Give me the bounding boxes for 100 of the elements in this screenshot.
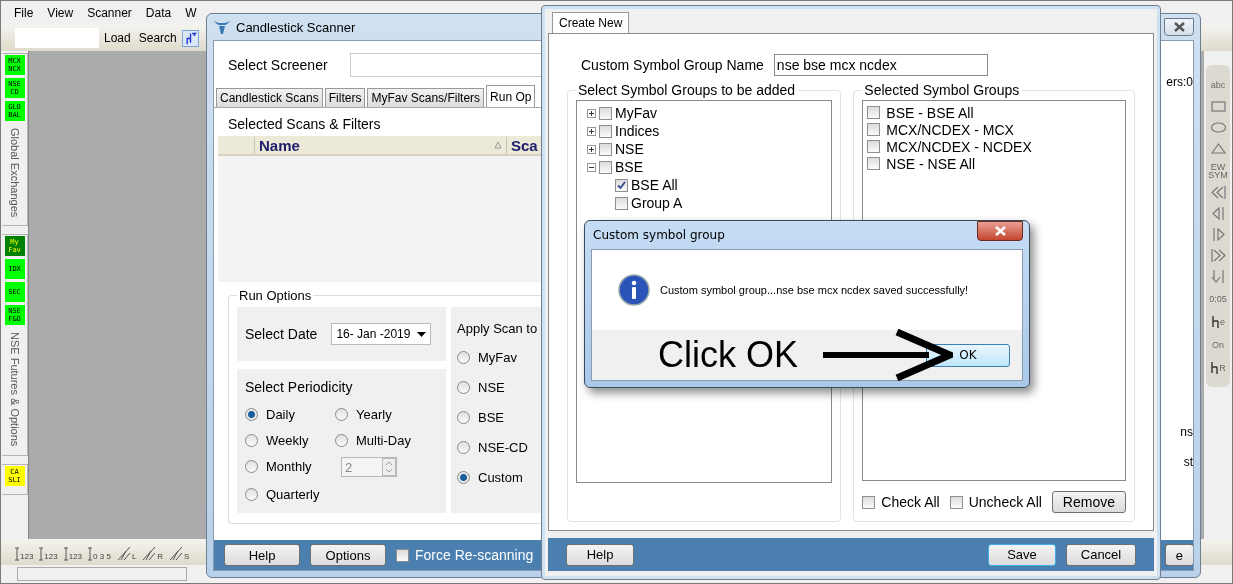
tool-label[interactable]: 123 [68,552,83,561]
trendline-icon[interactable] [169,545,184,561]
tool-label[interactable]: e [1220,317,1225,326]
radio-option[interactable]: BSE [457,408,543,426]
menu-item[interactable]: W [178,6,204,20]
radio-option[interactable]: Quarterly [245,485,335,503]
chart-tool-icon[interactable] [181,29,199,47]
date-dropdown[interactable]: 16- Jan -2019 [331,323,432,345]
checkbox[interactable] [867,106,881,119]
tree-item[interactable]: Group A [631,195,683,211]
panel-title[interactable]: Global Exchanges [8,124,21,218]
radio-option[interactable]: NSE [457,378,543,396]
radio-option[interactable]: Multi-Day [335,431,435,449]
tree-item[interactable]: Indices [615,123,660,139]
group-name-field[interactable]: nse bse mcx ncdex [773,54,988,76]
expand-icon[interactable] [587,108,596,118]
footer-button[interactable]: Help [224,544,300,566]
menu-item[interactable]: Scanner [80,6,139,20]
footer-button[interactable]: Options [310,544,386,566]
radio-option[interactable]: Yearly [335,405,435,423]
radio-option[interactable]: MyFav [457,348,543,366]
panel-title[interactable]: NSE Futures & Options [8,328,21,447]
radio-option[interactable]: NSE-CD [457,438,543,456]
checkbox[interactable] [867,157,881,170]
menu-item[interactable]: File [7,6,41,20]
tab[interactable]: Candlestick Scans [216,88,323,107]
trendline-icon[interactable] [116,545,131,561]
list-item[interactable]: MCX/NCDEX - MCX [886,121,1014,138]
footer-button[interactable]: Cancel [1066,543,1136,566]
menu-item[interactable]: View [40,6,81,20]
menu-item[interactable]: Data [138,6,179,20]
checkbox[interactable] [867,140,881,153]
checkbox[interactable] [949,495,963,509]
tool-label[interactable]: 0 3 5 [93,552,111,561]
footer-button[interactable]: Help [566,543,634,566]
force-rescan-checkbox[interactable]: Force Re-scanning [396,547,534,563]
checkbox[interactable] [862,495,876,509]
expand-icon[interactable] [587,144,596,154]
search-field[interactable] [15,28,99,48]
tab[interactable]: Create New [552,12,630,33]
checkbox[interactable] [615,196,628,210]
tab[interactable]: MyFav Scans/Filters [367,88,485,107]
trendline-icon[interactable] [142,545,157,561]
rectangle-tool-icon[interactable] [1209,98,1227,115]
tree-item[interactable]: BSE [615,159,643,175]
cursor-icon[interactable] [1211,314,1220,329]
toolbar-button[interactable]: Load [101,31,134,45]
tool-label[interactable]: 123 [20,552,34,561]
expand-icon[interactable] [587,126,596,136]
footer-button[interactable]: e [1164,544,1193,566]
tool-label[interactable]: 123 [44,552,58,561]
close-button[interactable] [977,221,1023,241]
remove-button[interactable]: Remove [1051,491,1126,513]
check-all-checkbox[interactable]: Check All [862,494,940,510]
radio-option[interactable]: Daily [245,405,335,423]
column-header[interactable]: Sca [506,136,538,154]
measure-icon[interactable] [88,547,93,561]
tab[interactable]: Filters [324,88,366,107]
tool-label[interactable]: 0:05 [1209,289,1227,308]
list-item[interactable]: MCX/NCDEX - NCDEX [886,138,1032,155]
measure-icon[interactable] [63,547,68,561]
measure-icon[interactable] [15,547,19,561]
tab[interactable]: Run Op [486,85,536,107]
radio-option[interactable]: Custom [457,468,543,486]
radio-option[interactable]: Monthly [245,457,335,475]
tool-label[interactable]: R [1219,363,1226,372]
close-button[interactable] [1164,18,1194,36]
checkbox[interactable] [599,124,612,138]
tree-item[interactable]: MyFav [615,105,657,121]
tool-label[interactable]: R [157,552,164,561]
cursor-icon[interactable] [1210,360,1220,375]
checkbox[interactable] [599,106,612,120]
tree-item[interactable]: NSE [615,141,644,157]
tree-item[interactable]: BSE All [631,177,678,193]
toolbar-button[interactable]: Search [135,31,180,45]
double-right-arrow-icon[interactable] [1209,247,1227,264]
checkbox[interactable] [599,142,612,156]
tool-label[interactable]: abc [1210,75,1226,94]
tool-label[interactable]: EW SYM [1208,161,1228,180]
tool-label[interactable]: L [131,552,137,561]
checkbox[interactable] [867,123,881,136]
left-arrow-icon[interactable] [1209,205,1227,222]
uncheck-all-checkbox[interactable]: Uncheck All [949,494,1042,510]
checkbox[interactable] [599,160,612,174]
column-header[interactable]: Name [254,136,494,154]
double-left-arrow-icon[interactable] [1209,184,1227,201]
down-arrow-icon[interactable] [1209,268,1227,285]
checkbox[interactable] [396,548,409,562]
list-item[interactable]: NSE - NSE All [886,155,976,172]
radio-option[interactable]: Weekly [245,431,335,449]
checkbox[interactable] [615,178,628,192]
footer-button[interactable]: Save [988,543,1056,566]
tool-label[interactable]: On [1212,335,1224,354]
triangle-tool-icon[interactable] [1209,140,1227,157]
list-item[interactable]: BSE - BSE All [886,104,974,121]
tool-label[interactable]: S [184,552,190,561]
measure-icon[interactable] [39,547,44,561]
ellipse-tool-icon[interactable] [1209,119,1227,136]
collapse-icon[interactable] [587,162,596,172]
info-icon [618,274,650,306]
